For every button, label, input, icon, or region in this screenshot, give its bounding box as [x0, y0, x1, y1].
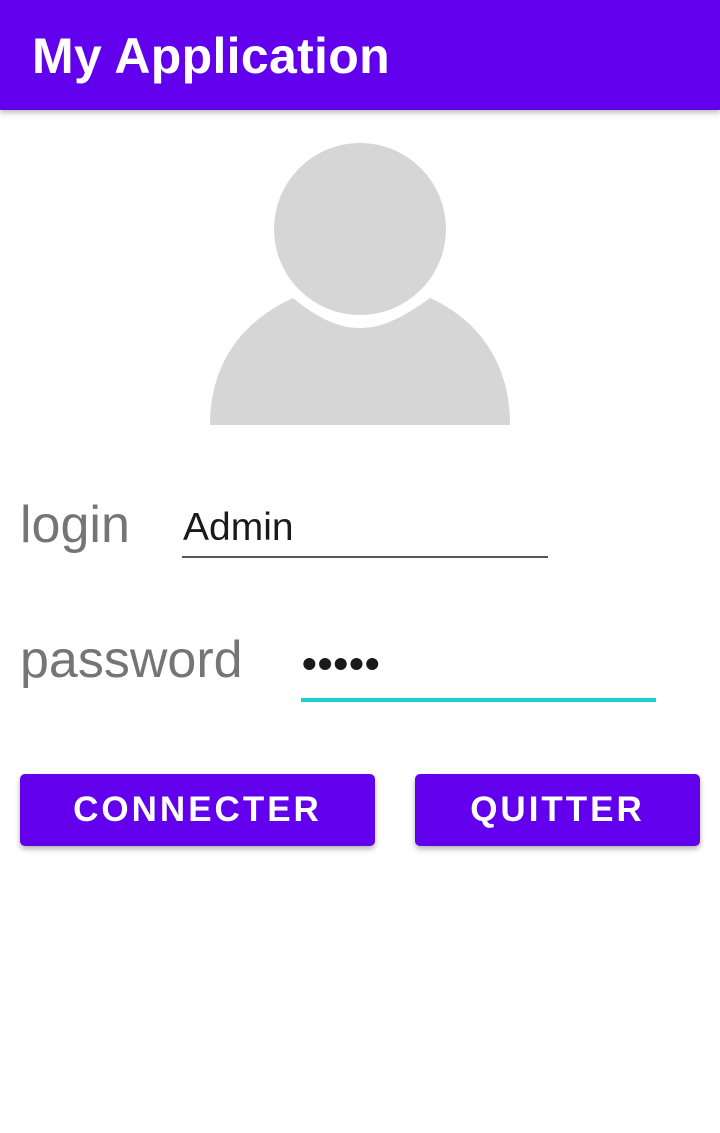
- app-bar: My Application: [0, 0, 720, 110]
- connect-button[interactable]: CONNECTER: [20, 774, 375, 846]
- password-label: password: [20, 631, 243, 689]
- login-label: login: [20, 496, 130, 554]
- user-silhouette-icon: [205, 138, 515, 430]
- password-field[interactable]: •••••: [301, 635, 656, 702]
- login-value: Admin: [183, 506, 294, 549]
- app-title: My Application: [32, 28, 390, 84]
- password-value: •••••: [302, 640, 381, 687]
- quit-button[interactable]: QUITTER: [415, 774, 700, 846]
- login-field[interactable]: Admin: [182, 500, 548, 558]
